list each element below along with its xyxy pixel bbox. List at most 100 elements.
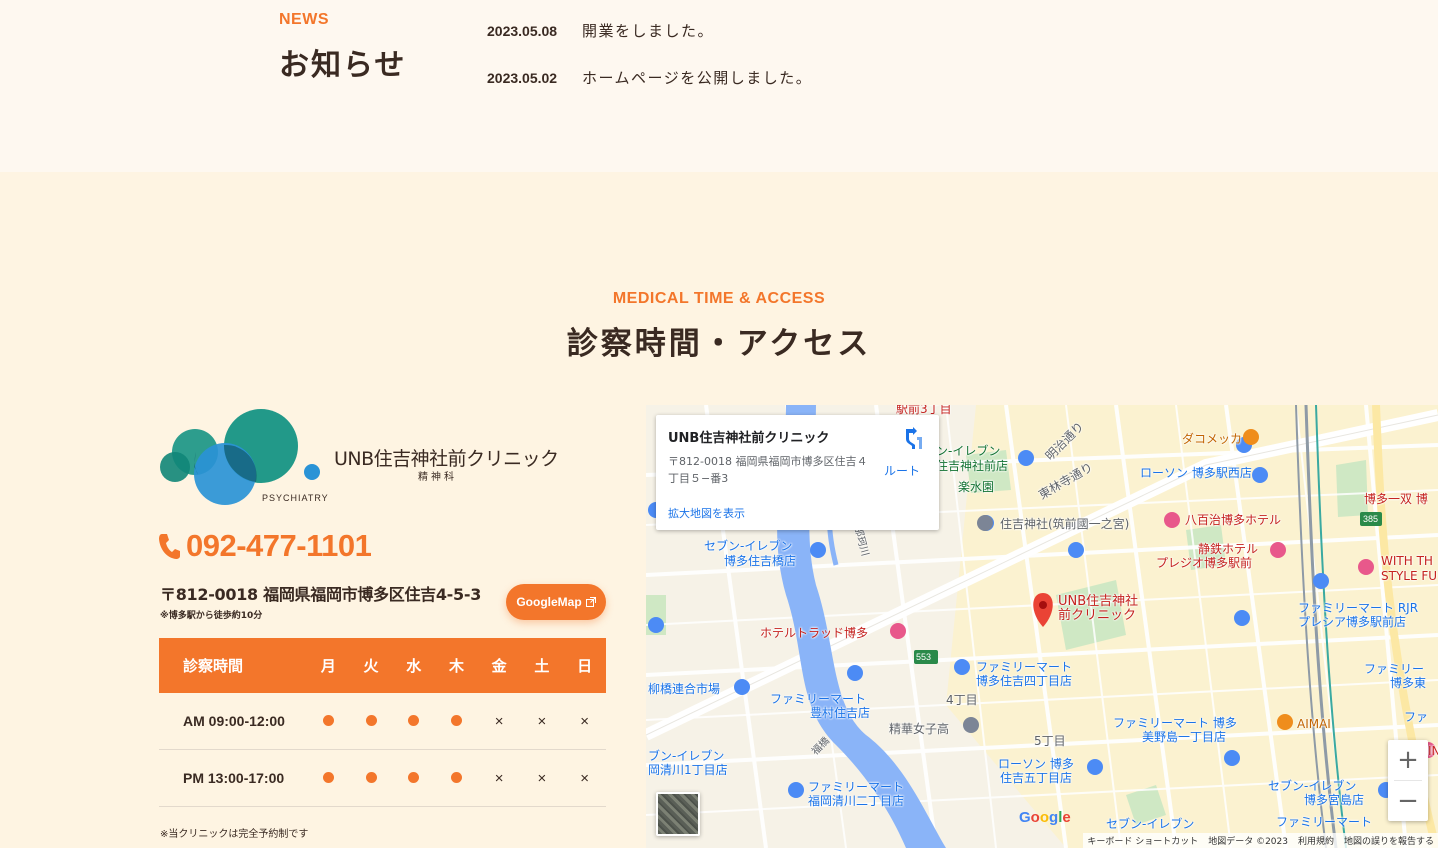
- schedule-cell: [392, 749, 436, 807]
- map-label: 美野島一丁目店: [1142, 730, 1227, 744]
- schedule-time: PM 13:00-17:00: [159, 749, 307, 807]
- map-label: セブン-イレブン: [1268, 779, 1357, 793]
- schedule-cell: [435, 749, 478, 807]
- news-link[interactable]: 開業をしました。: [582, 20, 714, 41]
- closed-cross-icon: ×: [537, 712, 547, 730]
- map-label: IN: [1428, 744, 1438, 758]
- schedule-day: 火: [349, 638, 393, 693]
- satellite-toggle[interactable]: [656, 792, 700, 836]
- report-error-link[interactable]: 地図の誤りを報告する: [1344, 834, 1434, 847]
- schedule-header-row: 診察時間 月 火 水 木 金 土 日: [159, 638, 606, 693]
- map-label: ファミリーマート: [770, 692, 867, 706]
- open-dot-icon: [322, 772, 334, 783]
- news-item[interactable]: 2023.05.08 開業をしました。: [487, 19, 812, 42]
- map-info-address: 〒812-0018 福岡県福岡市博多区住吉４丁目５−番3: [668, 455, 868, 485]
- map-label: 博多東: [1390, 676, 1427, 690]
- schedule-header-label: 診察時間: [159, 638, 307, 693]
- zoom-in-button[interactable]: +: [1388, 740, 1428, 780]
- schedule-cell: [392, 693, 436, 750]
- map-label: ファミリーマート RJR: [1298, 601, 1419, 615]
- map-label: ファミリーマート 博多: [1113, 716, 1237, 730]
- schedule-day: 土: [520, 638, 564, 693]
- map-label: 柳橋連合市場: [648, 682, 721, 696]
- clinic-address: 〒812-0018 福岡県福岡市博多区住吉4-5-3: [160, 585, 482, 604]
- map-label: 住吉五丁目店: [1000, 771, 1073, 785]
- map-enlarge-link[interactable]: 拡大地図を表示: [668, 505, 745, 521]
- schedule-day: 木: [435, 638, 478, 693]
- map-label: ファミリーマート: [976, 660, 1073, 674]
- closed-cross-icon: ×: [580, 769, 589, 787]
- news-link[interactable]: ホームページを公開しました。: [582, 67, 812, 88]
- closed-cross-icon: ×: [537, 769, 547, 787]
- schedule-cell: [307, 749, 350, 807]
- map-label: ホテルトラッド博多: [760, 626, 869, 640]
- map-label: 八百治博多ホテル: [1185, 513, 1282, 527]
- schedule-day: 水: [392, 638, 436, 693]
- map-label-clinic[interactable]: 前クリニック: [1058, 609, 1136, 622]
- map-label: ブン-イレブン: [648, 749, 725, 763]
- googlemap-button[interactable]: GoogleMap: [506, 584, 606, 620]
- clinic-department: 精神科: [418, 472, 457, 483]
- terms-link[interactable]: 利用規約: [1298, 834, 1334, 847]
- map-label: 豊村住吉店: [810, 706, 871, 720]
- map-label: プレジオ博多駅前: [1156, 556, 1253, 570]
- schedule-row: AM 09:00-12:00 × × ×: [159, 693, 606, 750]
- schedule-cell: [349, 749, 393, 807]
- closed-cross-icon: ×: [494, 712, 504, 730]
- map-label: 住吉神社前店: [936, 459, 1009, 473]
- news-item[interactable]: 2023.05.02 ホームページを公開しました。: [487, 66, 812, 89]
- googlemap-button-label: GoogleMap: [516, 595, 582, 609]
- reservation-note: ※当クリニックは完全予約制です: [160, 829, 309, 840]
- zoom-out-button[interactable]: −: [1388, 781, 1428, 821]
- map-label: 精華女子高: [889, 722, 950, 736]
- closed-cross-icon: ×: [580, 712, 589, 730]
- map-route-button[interactable]: ルート: [884, 462, 920, 479]
- phone-link[interactable]: 092-477-1101: [158, 528, 372, 564]
- keyboard-shortcuts-link[interactable]: キーボード ショートカット: [1087, 834, 1198, 847]
- map-label: ダコメッカ: [1182, 432, 1243, 446]
- map-label: ファミリーマート: [1276, 815, 1373, 829]
- schedule-cell: [349, 693, 393, 750]
- news-label: NEWS: [279, 11, 329, 28]
- map-label: 博多宮島店: [1304, 793, 1365, 807]
- news-title: お知らせ: [279, 48, 407, 83]
- map-label: 博多住吉四丁目店: [976, 674, 1073, 688]
- clinic-name: UNB住吉神社前クリニック: [334, 448, 559, 470]
- schedule-cell: ×: [520, 749, 564, 807]
- schedule-cell: ×: [520, 693, 564, 750]
- map-label-clinic[interactable]: UNB住吉神社: [1058, 595, 1138, 608]
- external-link-icon: [585, 597, 596, 607]
- news-section: NEWS お知らせ 2023.05.08 開業をしました。 2023.05.02…: [0, 0, 1438, 172]
- map-label: ファ: [1404, 710, 1429, 724]
- news-date: 2023.05.02: [487, 69, 558, 86]
- schedule-table: 診察時間 月 火 水 木 金 土 日 AM 09:00-12:00 × × × PM 1…: [159, 638, 606, 807]
- access-label: MEDICAL TIME & ACCESS: [612, 290, 826, 307]
- open-dot-icon: [408, 715, 420, 726]
- map-label: プレシア博多駅前店: [1298, 615, 1407, 629]
- map-data-text: 地図データ ©2023: [1208, 837, 1288, 847]
- map-label: 博多一双 博: [1364, 492, 1428, 506]
- directions-icon[interactable]: [903, 427, 923, 449]
- schedule-cell: ×: [563, 749, 606, 807]
- map-label: 博多住吉橋店: [724, 554, 797, 568]
- map-label: ローソン 博多: [998, 757, 1074, 771]
- open-dot-icon: [365, 715, 377, 726]
- open-dot-icon: [322, 715, 334, 726]
- open-dot-icon: [450, 772, 462, 783]
- map-label: 5丁目: [1034, 734, 1066, 748]
- closed-cross-icon: ×: [494, 769, 504, 787]
- schedule-day: 日: [563, 638, 606, 693]
- map-label: STYLE FU: [1381, 569, 1438, 583]
- map-label: ローソン 博多駅西店: [1140, 466, 1252, 480]
- map-label: ファミリー: [1364, 662, 1425, 676]
- google-logo: Google: [1019, 809, 1071, 826]
- google-map[interactable]: 駅前3丁目 ン-イレブン 住吉神社前店 楽水園 東林寺通り 明治通り ダコメッカ…: [646, 405, 1438, 848]
- open-dot-icon: [365, 772, 377, 783]
- open-dot-icon: [450, 715, 462, 726]
- access-title: 診察時間・アクセス: [566, 326, 872, 362]
- news-date: 2023.05.08: [487, 22, 558, 39]
- schedule-row: PM 13:00-17:00 × × ×: [159, 749, 606, 807]
- map-label: 福岡清川二丁目店: [808, 794, 905, 808]
- map-label: ファミリーマート: [808, 780, 905, 794]
- open-dot-icon: [408, 772, 420, 783]
